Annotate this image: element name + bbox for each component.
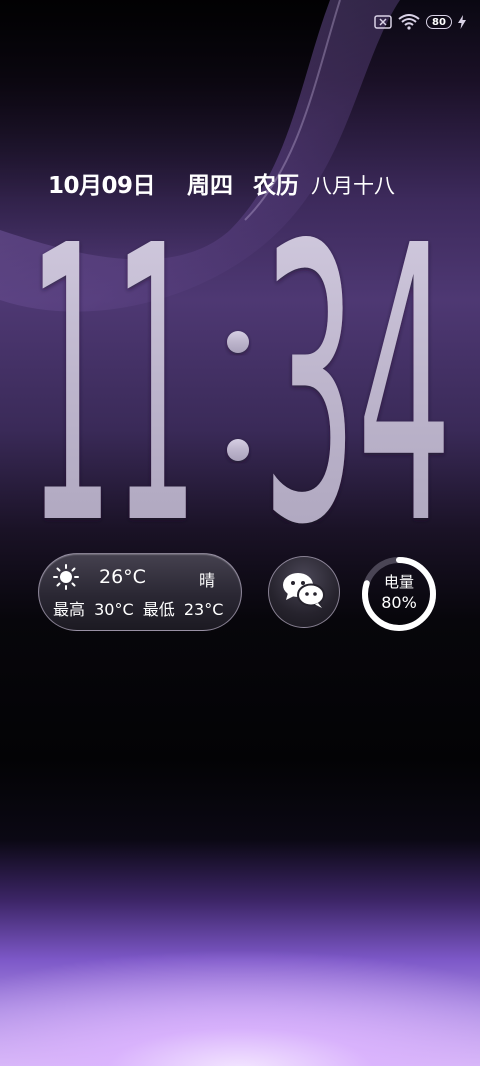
battery-percent: 80%	[381, 593, 417, 612]
weekday-text: 周四	[187, 173, 234, 199]
status-battery: 80	[426, 15, 452, 29]
temperature-range: 最高 30°C 最低 23°C	[53, 596, 227, 620]
lunar-label: 农历	[253, 173, 300, 199]
lunar-date: 八月十八	[311, 174, 396, 198]
status-bar: 80	[374, 12, 466, 32]
charging-bolt-icon	[458, 15, 466, 29]
battery-label: 电量	[383, 573, 414, 591]
lock-clock[interactable]: 11 34	[0, 165, 480, 608]
wifi-icon	[398, 14, 420, 30]
clock-colon-top	[227, 331, 249, 353]
current-temperature: 26°C	[99, 566, 146, 588]
low-temperature: 23°C	[183, 600, 224, 619]
clock-colon-bottom	[227, 439, 249, 461]
battery-widget[interactable]: 电量 80%	[360, 555, 438, 633]
no-sim-icon	[374, 15, 392, 29]
wechat-button[interactable]	[268, 556, 340, 628]
weather-condition: 晴	[198, 571, 215, 590]
wechat-icon	[281, 570, 327, 614]
high-temperature: 30°C	[94, 600, 134, 619]
weather-widget[interactable]: 26°C 晴 最高 30°C 最低 23°C	[38, 553, 242, 631]
clock-hour: 11	[28, 218, 198, 524]
date-row: 10月09日 周四 农历 八月十八	[48, 166, 460, 200]
sun-icon	[53, 564, 79, 594]
high-label: 最高	[53, 600, 86, 619]
date-text: 10月09日	[48, 173, 156, 199]
low-label: 最低	[142, 600, 175, 619]
clock-minute: 34	[262, 218, 452, 524]
